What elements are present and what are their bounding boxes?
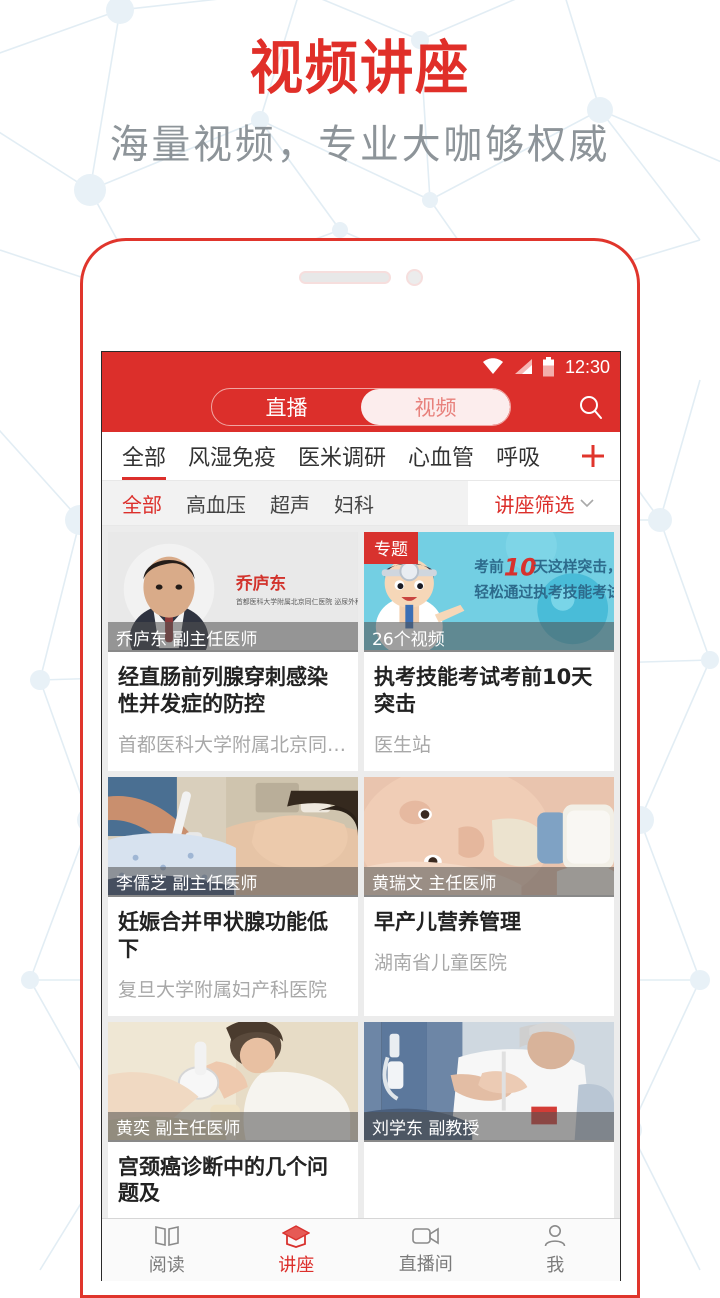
lecture-source: 医生站 <box>374 733 432 756</box>
svg-text:首都医科大学附属北京同仁医院 泌尿外科: 首都医科大学附属北京同仁医院 泌尿外科 <box>236 597 358 606</box>
lecturer-overlay: 黄奕 副主任医师 <box>108 1111 358 1142</box>
nav-item-profile[interactable]: 我 <box>491 1219 621 1281</box>
nav-label-reading: 阅读 <box>148 1254 185 1276</box>
signal-icon <box>514 359 532 374</box>
video-camera-icon <box>411 1227 439 1244</box>
wifi-icon <box>482 358 503 374</box>
lecture-thumbnail: 黄奕 副主任医师 <box>108 1021 358 1142</box>
lecture-filter-button[interactable]: 讲座筛选 <box>468 481 620 525</box>
phone-screen: 12:30 直播 视频 全部 风湿免疫 医米调研 心血管 呼吸 全部 高血压 超… <box>101 351 621 1281</box>
lecturer-overlay: 刘学东 副教授 <box>364 1111 614 1142</box>
lecture-thumbnail: 乔庐东 首都医科大学附属北京同仁医院 泌尿外科 乔庐东 副主任医师 <box>108 532 358 652</box>
tab-video[interactable]: 视频 <box>361 389 510 425</box>
nav-label-lectures: 讲座 <box>278 1254 315 1276</box>
status-bar: 12:30 <box>102 352 620 382</box>
lecture-card[interactable]: 黄瑞文 主任医师 早产儿营养管理 湖南省儿童医院 <box>364 776 614 1016</box>
svg-text:考前: 考前 <box>474 557 504 575</box>
lecture-card[interactable]: 刘学东 副教授 <box>364 1021 614 1218</box>
svg-text:天这样突击，: 天这样突击， <box>533 557 614 575</box>
nav-label-profile: 我 <box>546 1254 565 1276</box>
tab-respiratory[interactable]: 呼吸 <box>496 432 540 480</box>
segmented-control: 直播 视频 <box>211 388 511 426</box>
secondary-tab-bar: 全部 高血压 超声 妇科 讲座筛选 <box>102 481 620 526</box>
search-icon <box>580 396 602 419</box>
status-icons <box>482 357 555 377</box>
primary-tab-bar: 全部 风湿免疫 医米调研 心血管 呼吸 <box>102 432 620 481</box>
tab-cardiovascular[interactable]: 心血管 <box>408 432 474 480</box>
topic-badge: 专题 <box>364 532 418 564</box>
lecture-title: 执考技能考试考前10天突击 <box>374 665 593 716</box>
lecture-title: 宫颈癌诊断中的几个问题及 <box>118 1154 328 1206</box>
battery-icon <box>542 357 554 377</box>
tab-live[interactable]: 直播 <box>212 389 361 425</box>
bottom-navigation: 阅读 讲座 直播间 我 <box>102 1218 620 1281</box>
video-count-overlay: 26个视频 <box>364 622 614 652</box>
tab-all-secondary[interactable]: 全部 <box>122 489 162 518</box>
lecturer-overlay: 黄瑞文 主任医师 <box>364 866 614 897</box>
nav-label-liveroom: 直播间 <box>398 1253 453 1275</box>
lecture-thumbnail: 刘学东 副教授 <box>364 1021 614 1142</box>
lecture-card[interactable]: 乔庐东 首都医科大学附属北京同仁医院 泌尿外科 乔庐东 副主任医师 经直肠前列腺… <box>108 532 358 771</box>
tab-hypertension[interactable]: 高血压 <box>186 489 246 518</box>
lecture-card[interactable]: 黄奕 副主任医师 宫颈癌诊断中的几个问题及 <box>108 1021 358 1218</box>
tab-survey[interactable]: 医米调研 <box>298 432 386 480</box>
chevron-down-icon <box>579 499 594 508</box>
tab-all-primary[interactable]: 全部 <box>122 432 167 480</box>
lecture-title: 妊娠合并甲状腺功能低下 <box>118 909 328 961</box>
lecture-source: 首都医科大学附属北京同… <box>118 733 347 756</box>
lecture-title: 早产儿营养管理 <box>374 909 521 934</box>
status-time: 12:30 <box>564 356 610 377</box>
tab-ultrasound[interactable]: 超声 <box>270 489 310 518</box>
lecture-thumbnail: 黄瑞文 主任医师 <box>364 776 614 897</box>
app-bar: 直播 视频 <box>102 382 620 432</box>
phone-camera <box>406 269 423 286</box>
phone-speaker <box>299 271 391 284</box>
tab-rheumatology[interactable]: 风湿免疫 <box>188 432 276 480</box>
lecture-list[interactable]: 乔庐东 首都医科大学附属北京同仁医院 泌尿外科 乔庐东 副主任医师 经直肠前列腺… <box>102 526 620 1218</box>
tab-gynecology[interactable]: 妇科 <box>334 489 374 518</box>
lecturer-overlay: 李儒芝 副主任医师 <box>108 866 358 897</box>
lecture-filter-label: 讲座筛选 <box>494 492 575 517</box>
lecture-title <box>364 1142 614 1154</box>
lecturer-overlay: 乔庐东 副主任医师 <box>108 622 358 652</box>
svg-text:10: 10 <box>504 553 537 581</box>
secondary-tab-scroller[interactable]: 全部 高血压 超声 妇科 <box>102 481 468 525</box>
nav-item-reading[interactable]: 阅读 <box>102 1219 232 1281</box>
lecture-source: 湖南省儿童医院 <box>374 951 508 974</box>
lecture-card[interactable]: 考前 10 天这样突击， 轻松通过执考技能考试！ 专题 26个视频 执考技能考试… <box>364 532 614 771</box>
plus-icon[interactable] <box>580 443 606 469</box>
phone-mockup: 12:30 直播 视频 全部 风湿免疫 医米调研 心血管 呼吸 全部 高血压 超… <box>80 238 640 1298</box>
lecture-thumbnail: 李儒芝 副主任医师 <box>108 776 358 897</box>
lecture-source <box>364 1154 614 1180</box>
search-button[interactable] <box>576 392 606 422</box>
lecture-source: 复旦大学附属妇产科医院 <box>118 978 328 1001</box>
lecture-thumbnail: 考前 10 天这样突击， 轻松通过执考技能考试！ 专题 26个视频 <box>364 532 614 652</box>
svg-text:乔庐东: 乔庐东 <box>235 573 286 593</box>
nav-item-liveroom[interactable]: 直播间 <box>361 1219 491 1281</box>
lecture-title: 经直肠前列腺穿刺感染性并发症的防控 <box>118 665 328 716</box>
svg-text:轻松通过执考技能考试！: 轻松通过执考技能考试！ <box>474 583 614 601</box>
lecture-grid: 乔庐东 首都医科大学附属北京同仁医院 泌尿外科 乔庐东 副主任医师 经直肠前列腺… <box>102 526 620 1218</box>
book-icon <box>154 1225 179 1246</box>
lecture-card[interactable]: 李儒芝 副主任医师 妊娠合并甲状腺功能低下 复旦大学附属妇产科医院 <box>108 776 358 1016</box>
graduation-cap-icon <box>282 1224 311 1248</box>
lecture-source <box>108 1207 358 1218</box>
nav-item-lectures[interactable]: 讲座 <box>232 1219 362 1281</box>
person-icon <box>544 1224 566 1246</box>
